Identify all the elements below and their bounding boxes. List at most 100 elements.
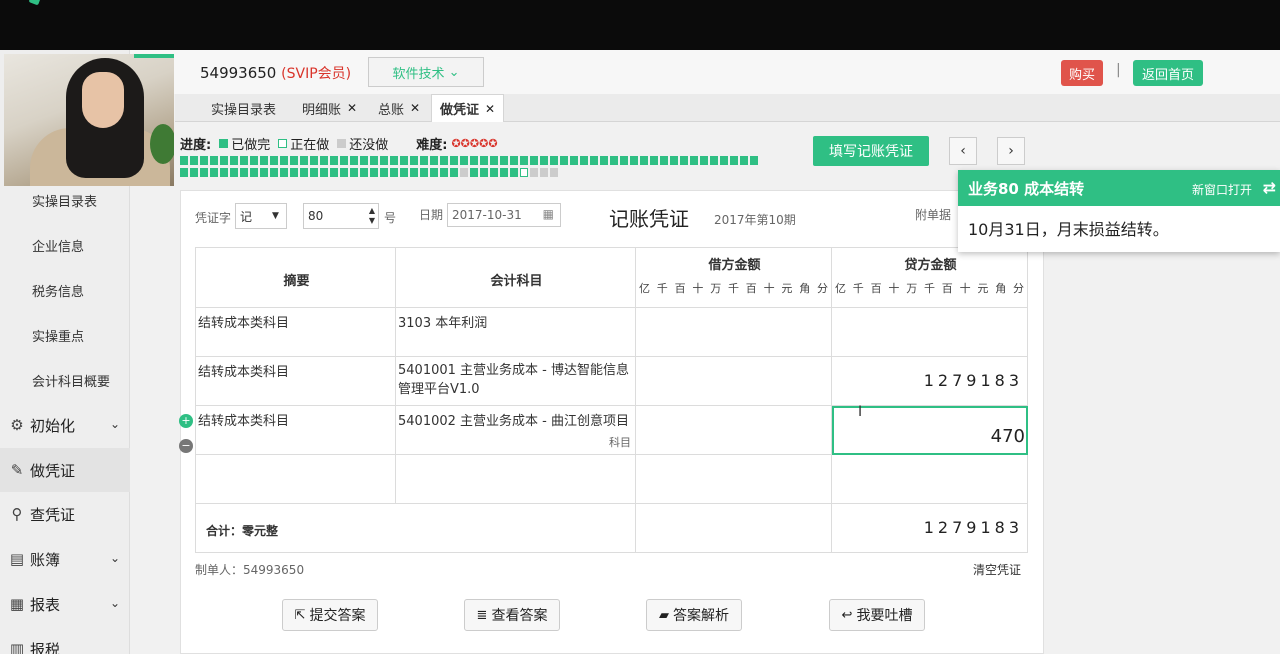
progress-cell[interactable] [260,168,268,177]
sidebar-item-company-info[interactable]: 企业信息 [0,223,130,267]
sidebar-item-report[interactable]: ▦ 报表 ⌄ [0,582,130,626]
progress-cell[interactable] [610,156,618,165]
progress-cell[interactable] [180,168,188,177]
progress-cell[interactable] [740,156,748,165]
progress-cell[interactable] [510,168,518,177]
progress-cell[interactable] [230,168,238,177]
progress-cell[interactable] [310,156,318,165]
progress-cell[interactable] [240,156,248,165]
progress-cell[interactable] [390,156,398,165]
progress-cell[interactable] [560,156,568,165]
answer-analysis-button[interactable]: ▰ 答案解析 [646,599,742,631]
feedback-button[interactable]: ↩ 我要吐槽 [829,599,925,631]
progress-cell[interactable] [300,156,308,165]
remove-row-icon[interactable]: − [179,439,193,453]
submit-answer-button[interactable]: ⇱ 提交答案 [282,599,378,631]
progress-cell[interactable] [290,168,298,177]
summary-cell[interactable]: 结转成本类科目 [195,405,396,455]
voucher-number-stepper[interactable]: 80 ▲ ▼ [303,203,379,229]
view-answer-button[interactable]: ≣ 查看答案 [464,599,560,631]
progress-cell[interactable] [430,168,438,177]
date-input[interactable]: 2017-10-31 ▦ [447,203,561,227]
progress-cell[interactable] [240,168,248,177]
progress-cell[interactable] [340,156,348,165]
progress-cell[interactable] [410,156,418,165]
sidebar-item-accounts-overview[interactable]: 会计科目概要 [0,358,130,402]
progress-cell[interactable] [750,156,758,165]
sidebar-item-tax-filing[interactable]: ▥ 报税 [0,627,130,654]
account-cell[interactable] [395,454,636,504]
open-new-window-link[interactable]: 新窗口打开 [1192,181,1252,198]
credit-amount-editing[interactable]: 470 [991,426,1025,447]
progress-cell[interactable] [440,168,448,177]
close-icon[interactable]: ✕ [410,101,420,115]
progress-cell[interactable] [510,156,518,165]
progress-cell[interactable] [230,156,238,165]
progress-cell[interactable] [330,168,338,177]
progress-cell[interactable] [450,168,458,177]
progress-cell[interactable] [210,168,218,177]
progress-cell[interactable] [390,168,398,177]
progress-cell[interactable] [710,156,718,165]
prev-button[interactable]: ‹ [949,137,977,165]
progress-cell[interactable] [220,168,228,177]
progress-cell[interactable] [470,156,478,165]
progress-cell[interactable] [590,156,598,165]
credit-cell[interactable]: 1279183 [831,356,1028,406]
tab-make-voucher[interactable]: 做凭证 ✕ [431,94,505,122]
progress-cell[interactable] [350,156,358,165]
progress-cell[interactable] [280,156,288,165]
progress-cell[interactable] [410,168,418,177]
progress-cell[interactable] [520,168,528,177]
progress-cell[interactable] [380,168,388,177]
progress-cell[interactable] [270,168,278,177]
progress-cell[interactable] [580,156,588,165]
progress-cell[interactable] [460,168,468,177]
progress-cell[interactable] [490,168,498,177]
progress-cell[interactable] [200,168,208,177]
progress-cell[interactable] [450,156,458,165]
progress-cell[interactable] [400,168,408,177]
progress-cell[interactable] [720,156,728,165]
debit-cell[interactable] [635,454,832,504]
progress-cell[interactable] [180,156,188,165]
progress-cell[interactable] [330,156,338,165]
progress-cell[interactable] [270,156,278,165]
progress-cell[interactable] [540,168,548,177]
progress-cell[interactable] [260,156,268,165]
tab-detail-ledger[interactable]: 明细账 ✕ [294,94,365,122]
progress-cell[interactable] [310,168,318,177]
sidebar-item-tax-info[interactable]: 税务信息 [0,268,130,312]
progress-cell[interactable] [440,156,448,165]
tab-catalog[interactable]: 实操目录表 [203,94,284,122]
progress-cell[interactable] [640,156,648,165]
progress-cell[interactable] [480,168,488,177]
progress-cell[interactable] [520,156,528,165]
credit-cell[interactable] [831,307,1028,357]
progress-cell[interactable] [250,156,258,165]
switch-icon[interactable]: ⇄ [1263,178,1276,197]
sidebar-item-ledger[interactable]: ▤ 账簿 ⌄ [0,537,130,581]
summary-cell[interactable]: 结转成本类科目 [195,356,396,406]
progress-cell[interactable] [190,156,198,165]
software-tech-dropdown[interactable]: 软件技术 ⌄ [368,57,484,87]
summary-cell[interactable] [195,454,396,504]
tab-general-ledger[interactable]: 总账 ✕ [370,94,428,122]
progress-cell[interactable] [540,156,548,165]
progress-cell[interactable] [680,156,688,165]
progress-cell[interactable] [210,156,218,165]
progress-cell[interactable] [500,168,508,177]
progress-cell[interactable] [370,168,378,177]
clear-voucher-link[interactable]: 清空凭证 [973,561,1021,578]
stepper-arrows-icon[interactable]: ▲ ▼ [369,206,375,226]
progress-cell[interactable] [470,168,478,177]
sidebar-item-query-voucher[interactable]: ⚲ 查凭证 [0,492,130,536]
next-button[interactable]: › [997,137,1025,165]
progress-cell[interactable] [320,156,328,165]
progress-cell[interactable] [500,156,508,165]
progress-cell[interactable] [460,156,468,165]
credit-cell[interactable] [831,454,1028,504]
progress-cell[interactable] [480,156,488,165]
close-icon[interactable]: ✕ [347,101,357,115]
progress-cell[interactable] [730,156,738,165]
